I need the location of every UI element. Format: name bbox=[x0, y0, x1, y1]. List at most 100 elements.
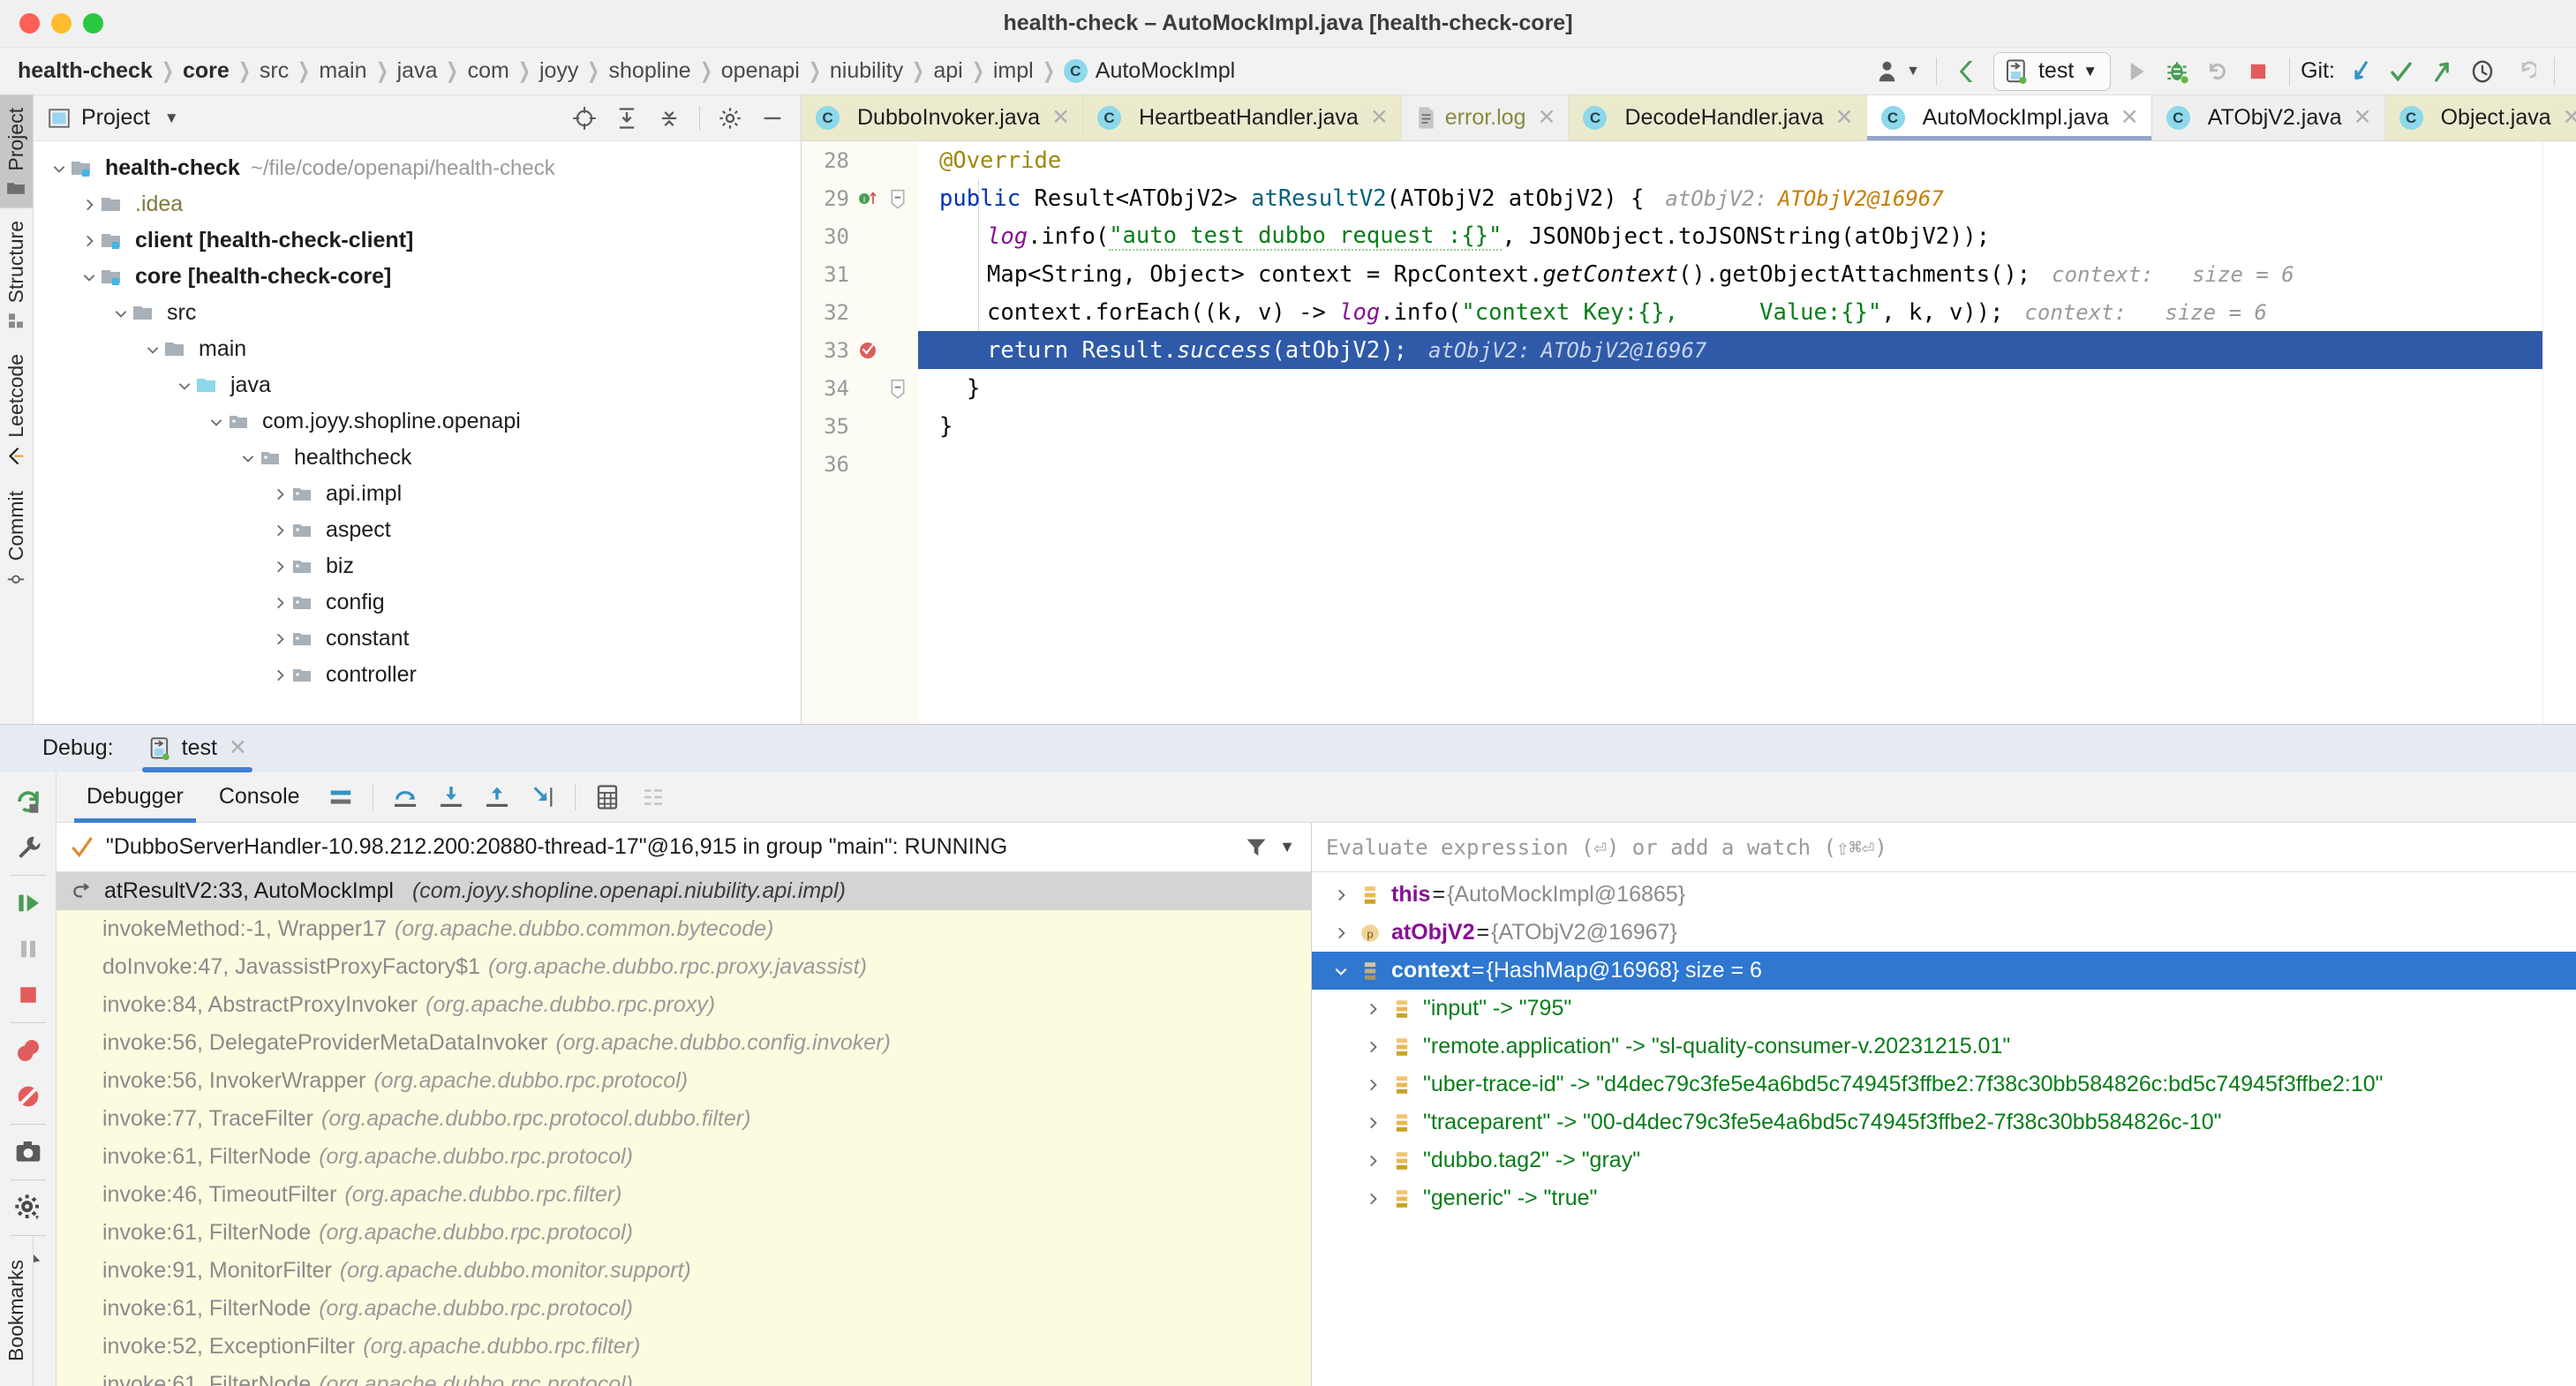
minimize-window-button[interactable] bbox=[51, 13, 72, 34]
chevron-right-icon[interactable] bbox=[268, 628, 291, 651]
chevron-right-icon[interactable] bbox=[268, 555, 291, 578]
tree-node-package-openapi[interactable]: com.joyy.shopline.openapi bbox=[34, 403, 801, 440]
run-to-cursor-icon[interactable] bbox=[520, 774, 566, 820]
stack-frame-row[interactable]: invoke:61, FilterNode (org.apache.dubbo.r… bbox=[56, 1366, 1311, 1386]
tree-node-package-healthcheck[interactable]: healthcheck bbox=[34, 440, 801, 476]
variable-row-atobjv2[interactable]: p atObjV2 = {ATObjV2@16967} bbox=[1312, 914, 2576, 952]
step-over-icon[interactable] bbox=[382, 774, 428, 820]
thread-selector[interactable]: "DubboServerHandler-10.98.212.200:20880-… bbox=[56, 823, 1311, 872]
tab-console[interactable]: Console bbox=[201, 772, 318, 823]
breadcrumb-item-joyy[interactable]: joyy bbox=[534, 58, 584, 84]
navigate-back-button[interactable] bbox=[1947, 51, 1988, 92]
filter-funnel-icon[interactable] bbox=[1244, 835, 1269, 860]
code-line-34[interactable]: } bbox=[918, 369, 2542, 407]
breadcrumb-item-java[interactable]: java bbox=[392, 58, 443, 84]
rerun-icon[interactable] bbox=[3, 779, 54, 825]
stack-frame-row[interactable]: doInvoke:47, JavassistProxyFactory$1 (org… bbox=[56, 948, 1311, 986]
code-line-36[interactable] bbox=[918, 445, 2542, 483]
close-icon[interactable]: ✕ bbox=[2563, 107, 2576, 129]
camera-snapshot-icon[interactable] bbox=[3, 1129, 54, 1175]
chevron-right-icon[interactable] bbox=[1358, 1153, 1388, 1169]
inspection-summary[interactable]: 1 bbox=[2573, 148, 2576, 173]
breadcrumb-item-api[interactable]: api bbox=[928, 58, 968, 84]
chevron-right-icon[interactable] bbox=[1358, 1191, 1388, 1207]
evaluate-expression-icon[interactable] bbox=[584, 774, 630, 820]
editor-tab-object[interactable]: C Object.java ✕ bbox=[2384, 95, 2576, 140]
chevron-down-icon[interactable] bbox=[109, 302, 132, 325]
tree-node-package-api-impl[interactable]: api.impl bbox=[34, 476, 801, 512]
git-update-project-button[interactable] bbox=[2340, 51, 2381, 92]
tree-node-package-constant[interactable]: constant bbox=[34, 621, 801, 657]
stack-frame-row[interactable]: invoke:56, DelegateProviderMetaDataInvok… bbox=[56, 1024, 1311, 1062]
fold-collapse-icon[interactable] bbox=[883, 188, 913, 209]
close-icon[interactable]: ✕ bbox=[1835, 107, 1854, 129]
settings-gear-icon[interactable] bbox=[3, 1185, 54, 1231]
variable-row-map-entry[interactable]: "generic" -> "true" bbox=[1312, 1179, 2576, 1217]
step-out-icon[interactable] bbox=[474, 774, 520, 820]
editor-tab-decodehandler[interactable]: C DecodeHandler.java ✕ bbox=[1569, 95, 1867, 140]
account-avatar-button[interactable]: ▼ bbox=[1871, 51, 1925, 92]
variable-row-map-entry[interactable]: "uber-trace-id" -> "d4dec79c3fe5e4a6bd5c… bbox=[1312, 1066, 2576, 1104]
code-line-32[interactable]: context.forEach((k, v) -> log .info("cont… bbox=[918, 293, 2542, 331]
chevron-down-icon[interactable] bbox=[205, 411, 228, 433]
chevron-down-icon[interactable] bbox=[141, 338, 164, 361]
sidebar-item-bookmarks[interactable]: Bookmarks bbox=[0, 1236, 34, 1386]
code-editor[interactable]: 28 29 I 30 31 32 33 34 35 36 @Override p… bbox=[802, 141, 2576, 724]
close-icon[interactable]: ✕ bbox=[2354, 107, 2372, 129]
evaluate-expression-input[interactable]: Evaluate expression (⏎) or add a watch (… bbox=[1312, 823, 2576, 872]
code-line-31[interactable]: Map<String, Object> context = RpcContext… bbox=[918, 255, 2542, 293]
close-icon[interactable]: ✕ bbox=[1051, 107, 1070, 129]
chevron-down-icon[interactable]: ▼ bbox=[1279, 838, 1295, 856]
chevron-right-icon[interactable] bbox=[1358, 1001, 1388, 1017]
breakpoint-verified-icon[interactable] bbox=[853, 339, 883, 362]
rerun-button[interactable] bbox=[2197, 51, 2238, 92]
stack-frame-row-active[interactable]: atResultV2:33, AutoMockImpl (com.joyy.sh… bbox=[56, 872, 1311, 910]
close-icon[interactable]: ✕ bbox=[1370, 107, 1389, 129]
mute-breakpoints-icon[interactable] bbox=[3, 1073, 54, 1119]
view-breakpoints-icon[interactable] bbox=[3, 1028, 54, 1073]
editor-tab-automockimpl[interactable]: C AutoMockImpl.java ✕ bbox=[1866, 95, 2152, 140]
breadcrumb-item-niubility[interactable]: niubility bbox=[825, 58, 908, 84]
chevron-right-icon[interactable] bbox=[78, 193, 101, 216]
stack-frame-row[interactable]: invoke:91, MonitorFilter (org.apache.dubb… bbox=[56, 1252, 1311, 1290]
close-icon[interactable]: ✕ bbox=[1538, 107, 1556, 129]
expand-all-icon[interactable] bbox=[607, 99, 646, 138]
tree-node-java[interactable]: java bbox=[34, 367, 801, 403]
tree-node-main[interactable]: main bbox=[34, 331, 801, 367]
step-into-icon[interactable] bbox=[428, 774, 474, 820]
tree-node-src[interactable]: src bbox=[34, 295, 801, 331]
settings-gear-icon[interactable] bbox=[711, 99, 749, 138]
tree-node-health-check[interactable]: health-check ~/file/code/openapi/health-… bbox=[34, 150, 801, 186]
collapse-all-icon[interactable] bbox=[650, 99, 689, 138]
sidebar-item-leetcode[interactable]: Leetcode bbox=[0, 342, 33, 478]
editor-tab-error-log[interactable]: error.log ✕ bbox=[1401, 95, 1570, 140]
chevron-right-icon[interactable] bbox=[1326, 887, 1356, 903]
chevron-right-icon[interactable] bbox=[1326, 925, 1356, 941]
tree-node-package-aspect[interactable]: aspect bbox=[34, 512, 801, 548]
breadcrumb-item-shopline[interactable]: shopline bbox=[604, 58, 697, 84]
close-icon[interactable]: ✕ bbox=[229, 737, 247, 759]
variable-row-this[interactable]: this = {AutoMockImpl@16865} bbox=[1312, 876, 2576, 914]
tree-node-core[interactable]: core [health-check-core] bbox=[34, 259, 801, 295]
stack-frame-row[interactable]: invoke:61, FilterNode (org.apache.dubbo.r… bbox=[56, 1214, 1311, 1252]
breadcrumb-item-health-check[interactable]: health-check bbox=[12, 58, 158, 84]
sidebar-item-commit[interactable]: Commit bbox=[0, 478, 33, 601]
stack-frame-row[interactable]: invoke:52, ExceptionFilter (org.apache.du… bbox=[56, 1328, 1311, 1366]
chevron-down-icon[interactable] bbox=[78, 266, 101, 289]
tree-node-idea[interactable]: .idea bbox=[34, 186, 801, 222]
settings-wrench-icon[interactable] bbox=[3, 825, 54, 870]
variable-row-context[interactable]: context = {HashMap@16968} size = 6 bbox=[1312, 952, 2576, 990]
pause-program-icon[interactable] bbox=[3, 926, 54, 972]
tab-debugger[interactable]: Debugger bbox=[69, 772, 201, 823]
stack-frame-row[interactable]: invoke:61, FilterNode (org.apache.dubbo.r… bbox=[56, 1138, 1311, 1176]
breadcrumb-item-class[interactable]: C AutoMockImpl bbox=[1058, 58, 1240, 84]
git-history-button[interactable] bbox=[2462, 51, 2503, 92]
close-window-button[interactable] bbox=[19, 13, 40, 34]
project-tree[interactable]: health-check ~/file/code/openapi/health-… bbox=[34, 141, 801, 724]
git-commit-button[interactable] bbox=[2381, 51, 2422, 92]
inspection-strip[interactable]: 1 bbox=[2542, 141, 2576, 724]
chevron-down-icon[interactable] bbox=[237, 447, 260, 470]
sidebar-item-project[interactable]: Project bbox=[0, 95, 33, 208]
stop-icon[interactable] bbox=[3, 972, 54, 1018]
git-push-button[interactable] bbox=[2422, 51, 2462, 92]
